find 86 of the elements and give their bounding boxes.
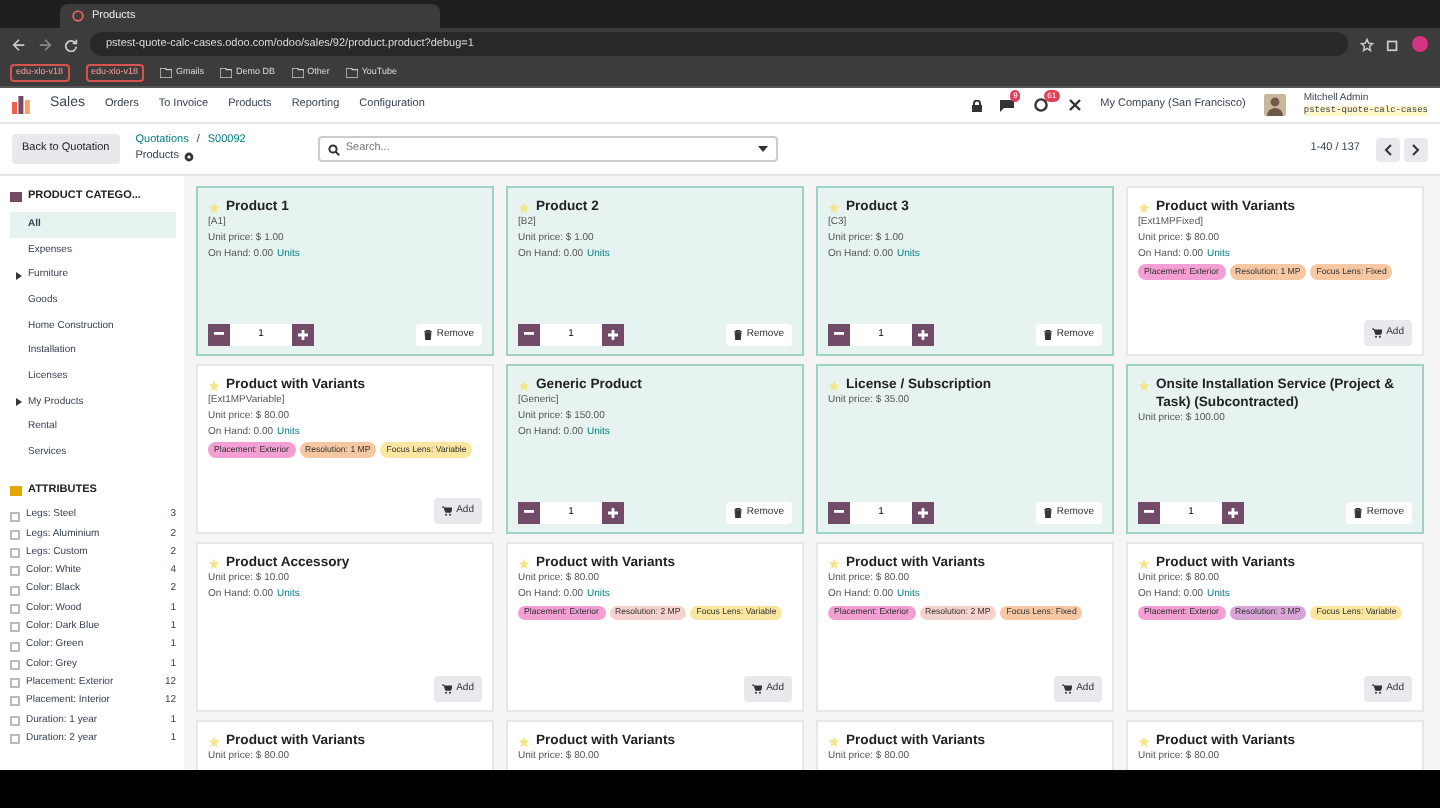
star-icon[interactable] (208, 201, 220, 213)
checkbox[interactable] (10, 734, 20, 745)
plus-icon (1228, 507, 1238, 518)
folder-icon (291, 68, 304, 78)
profile-avatar-icon[interactable] (1412, 36, 1428, 52)
checkbox[interactable] (10, 715, 20, 726)
checkbox[interactable] (10, 566, 20, 577)
increase-button[interactable] (292, 323, 314, 346)
decrease-button[interactable] (518, 323, 540, 346)
star-icon[interactable] (208, 379, 220, 391)
minus-icon (214, 332, 224, 337)
plus-icon (918, 329, 928, 340)
increase-button[interactable] (602, 501, 624, 524)
cart-icon (1372, 327, 1383, 338)
reload-icon[interactable] (64, 37, 78, 51)
trash-icon (1354, 507, 1363, 518)
forward-icon[interactable] (38, 37, 52, 51)
star-icon[interactable] (1138, 557, 1150, 569)
increase-button[interactable] (912, 323, 934, 346)
star-icon[interactable] (1360, 37, 1374, 51)
star-icon[interactable] (518, 557, 530, 569)
checkbox[interactable] (10, 659, 20, 670)
star-icon[interactable] (828, 557, 840, 569)
decrease-button[interactable] (828, 501, 850, 524)
lock-icon[interactable] (972, 99, 983, 111)
plus-icon (298, 329, 308, 340)
minus-icon (1144, 510, 1154, 515)
increase-button[interactable] (602, 323, 624, 346)
decrease-button[interactable] (208, 323, 230, 346)
star-icon[interactable] (208, 735, 220, 747)
checkbox[interactable] (10, 641, 20, 652)
dropdown-caret-icon[interactable] (757, 145, 768, 153)
star-icon[interactable] (1138, 201, 1150, 213)
star-icon[interactable] (518, 201, 530, 213)
trash-icon (1044, 329, 1053, 340)
star-icon[interactable] (518, 735, 530, 747)
star-icon[interactable] (828, 735, 840, 747)
previous-page-button[interactable] (1376, 137, 1400, 161)
checkbox[interactable] (10, 511, 20, 522)
caret-icon[interactable] (16, 271, 24, 280)
checkbox[interactable] (10, 529, 20, 540)
folder-icon (220, 68, 233, 78)
chat-icon[interactable] (1000, 99, 1015, 112)
minus-icon (834, 332, 844, 337)
chevron-left-icon (1384, 143, 1392, 155)
checkbox[interactable] (10, 622, 20, 633)
cart-icon (1372, 683, 1383, 694)
checkbox[interactable] (10, 678, 20, 689)
cart-icon (442, 683, 453, 694)
trash-icon (424, 329, 433, 340)
minus-icon (524, 510, 534, 515)
plus-icon (918, 507, 928, 518)
search-icon (327, 143, 340, 155)
next-page-button[interactable] (1404, 137, 1428, 161)
trash-icon (1044, 507, 1053, 518)
checkbox[interactable] (10, 585, 20, 596)
star-icon[interactable] (828, 379, 840, 391)
back-icon[interactable] (12, 37, 26, 51)
increase-button[interactable] (1222, 501, 1244, 524)
decrease-button[interactable] (1138, 501, 1160, 524)
folder-icon (160, 68, 173, 78)
star-icon[interactable] (1138, 379, 1150, 391)
star-icon[interactable] (828, 201, 840, 213)
avatar-icon[interactable] (1263, 94, 1286, 116)
plus-icon (608, 329, 618, 340)
trash-icon (734, 507, 743, 518)
app-logo-icon[interactable] (12, 96, 30, 114)
star-icon[interactable] (208, 557, 220, 569)
folder-icon (345, 68, 358, 78)
increase-button[interactable] (912, 501, 934, 524)
checkbox[interactable] (10, 604, 20, 614)
checkbox[interactable] (10, 548, 20, 559)
cart-icon (442, 505, 453, 516)
caret-icon[interactable] (16, 398, 24, 407)
checkbox[interactable] (10, 696, 20, 707)
decrease-button[interactable] (828, 323, 850, 346)
star-icon[interactable] (1138, 735, 1150, 747)
star-icon[interactable] (518, 379, 530, 391)
chevron-right-icon (1412, 143, 1420, 155)
trash-icon (734, 329, 743, 340)
cart-icon (752, 683, 763, 694)
plus-icon (608, 507, 618, 518)
cart-icon (1062, 683, 1073, 694)
decrease-button[interactable] (518, 501, 540, 524)
minus-icon (834, 510, 844, 515)
minus-icon (524, 332, 534, 337)
